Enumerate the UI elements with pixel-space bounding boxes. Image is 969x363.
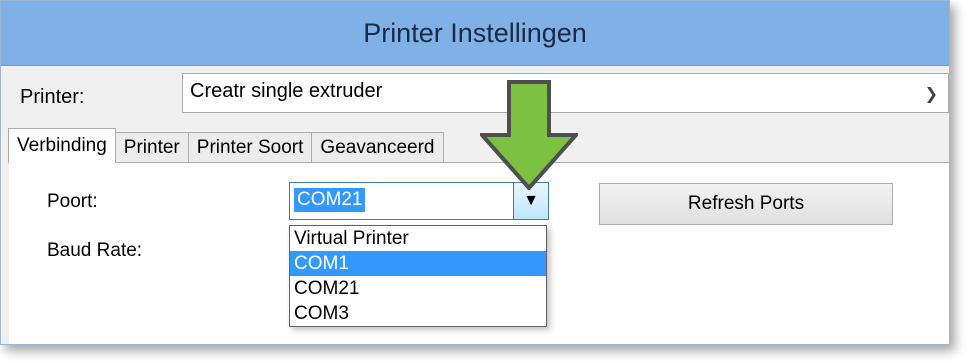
- tab-printer[interactable]: Printer: [114, 132, 189, 163]
- printer-label: Printer:: [20, 86, 85, 108]
- tab-bar: Verbinding Printer Printer Soort Geavanc…: [8, 128, 444, 163]
- port-combobox-value: COM21: [294, 188, 366, 212]
- tab-verbinding[interactable]: Verbinding: [8, 128, 116, 163]
- down-arrow-icon: [480, 80, 578, 190]
- tab-geavanceerd[interactable]: Geavanceerd: [311, 132, 444, 163]
- tab-printer-soort[interactable]: Printer Soort: [187, 132, 313, 163]
- window-title: Printer Instellingen: [1, 1, 949, 66]
- baud-rate-label: Baud Rate:: [47, 240, 143, 261]
- port-option-com21[interactable]: COM21: [290, 276, 546, 301]
- refresh-ports-button[interactable]: Refresh Ports: [599, 183, 893, 225]
- port-option-virtual-printer[interactable]: Virtual Printer: [290, 226, 546, 251]
- port-option-com1[interactable]: COM1: [290, 251, 546, 276]
- port-dropdown-list: Virtual Printer COM1 COM21 COM3: [289, 225, 547, 327]
- port-label: Poort:: [47, 191, 98, 212]
- printer-settings-window: Printer Instellingen Printer: Creatr sin…: [0, 0, 950, 345]
- printer-select-value: Creatr single extruder: [190, 80, 383, 102]
- chevron-down-icon[interactable]: ❯: [925, 84, 938, 104]
- port-option-com3[interactable]: COM3: [290, 301, 546, 326]
